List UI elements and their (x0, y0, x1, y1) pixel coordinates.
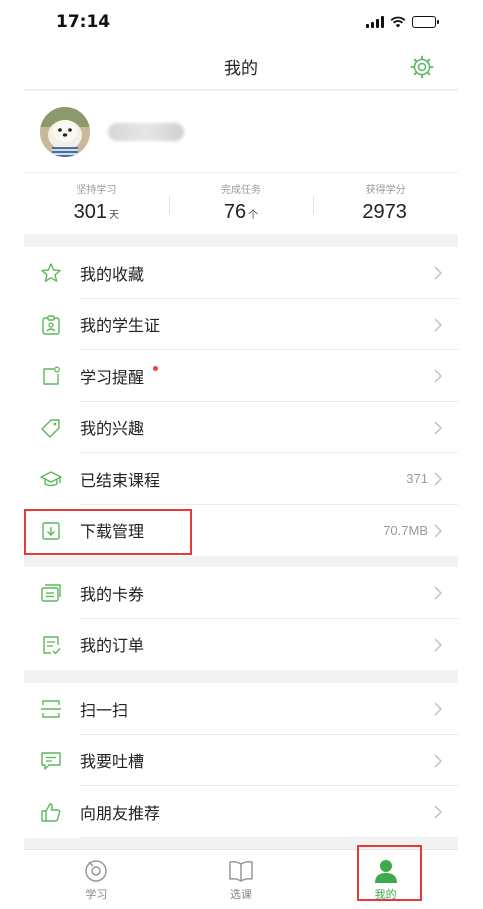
menu-label: 已结束课程 (80, 470, 161, 490)
menu-item-coupons[interactable]: 我的卡券 (24, 567, 458, 619)
signal-icon (366, 16, 384, 28)
menu-label: 我的学生证 (80, 316, 161, 336)
student-card-icon (42, 314, 60, 335)
stat-unit: 个 (248, 209, 259, 221)
scan-icon (41, 700, 61, 718)
menu-item-favorites[interactable]: 我的收藏 (24, 247, 458, 299)
tab-label: 我的 (374, 888, 397, 901)
menu-group-personal: 我的收藏 我的学生证 学习提醒 我的兴趣 已结束课程 371 下载管理 70.7… (24, 247, 458, 556)
profile-header[interactable] (24, 91, 458, 172)
menu-label: 我要吐槽 (80, 752, 145, 772)
study-tab-icon (85, 860, 108, 882)
thumbs-up-icon (41, 803, 61, 822)
username-blurred (108, 122, 184, 141)
page-title: 我的 (224, 59, 258, 79)
chevron-right-icon (434, 266, 442, 280)
battery-icon (412, 16, 439, 28)
stat-credits: 获得学分 2973 (313, 184, 458, 224)
tab-study[interactable]: 学习 (24, 850, 169, 909)
menu-item-finished-courses[interactable]: 已结束课程 371 (24, 453, 458, 505)
profile-tab-icon (374, 860, 397, 883)
star-icon (41, 263, 61, 282)
menu-value: 371 (406, 471, 428, 487)
menu-label: 向朋友推荐 (80, 803, 161, 823)
feedback-icon (41, 751, 61, 770)
menu-label: 下载管理 (80, 522, 145, 542)
download-icon (42, 521, 60, 540)
chevron-right-icon (434, 805, 442, 819)
avatar[interactable] (40, 106, 90, 157)
nav-bar: 我的 (24, 44, 458, 90)
menu-label: 我的订单 (80, 636, 145, 656)
menu-item-interests[interactable]: 我的兴趣 (24, 402, 458, 453)
menu-item-student-card[interactable]: 我的学生证 (24, 299, 458, 350)
tab-profile[interactable]: 我的 (313, 850, 458, 909)
phone-screen: 17:14 我的 坚持学习 301 天 完成任务 76 个 获得学分 2973 … (24, 0, 458, 909)
tab-label: 学习 (85, 888, 108, 901)
order-icon (43, 635, 61, 655)
learning-stats: 坚持学习 301 天 完成任务 76 个 获得学分 2973 (24, 172, 458, 234)
menu-label: 我的兴趣 (80, 419, 145, 439)
stat-value: 2973 (362, 200, 407, 223)
tab-label: 选课 (230, 888, 252, 901)
menu-group-orders: 我的卡券 我的订单 (24, 567, 458, 670)
menu-item-study-reminder[interactable]: 学习提醒 (24, 350, 458, 402)
coupon-icon (41, 584, 61, 602)
unread-dot (153, 366, 158, 371)
chevron-right-icon (434, 702, 442, 716)
stat-study-days: 坚持学习 301 天 (24, 184, 169, 224)
dog-avatar-image (40, 106, 90, 157)
chevron-right-icon (434, 369, 442, 383)
settings-gear-icon[interactable] (410, 55, 434, 79)
stat-label: 获得学分 (365, 184, 406, 196)
chevron-right-icon (434, 472, 442, 486)
menu-item-feedback[interactable]: 我要吐槽 (24, 735, 458, 786)
book-tab-icon (229, 861, 253, 882)
tab-courses[interactable]: 选课 (169, 850, 314, 909)
chevron-right-icon (434, 317, 442, 332)
menu-item-scan[interactable]: 扫一扫 (24, 683, 458, 735)
menu-label: 我的收藏 (80, 264, 145, 284)
stat-label: 完成任务 (221, 184, 261, 196)
tag-icon (41, 418, 60, 438)
stat-value: 76 (223, 200, 247, 223)
status-icons (366, 16, 439, 28)
status-bar: 17:14 (24, 0, 458, 44)
menu-label: 学习提醒 (80, 367, 145, 387)
stat-unit: 天 (109, 209, 120, 221)
chevron-right-icon (434, 586, 442, 600)
stat-value: 301 (73, 200, 108, 223)
stat-label: 坚持学习 (76, 184, 117, 196)
menu-group-tools: 扫一扫 我要吐槽 向朋友推荐 (24, 683, 458, 838)
bottom-tab-bar: 学习 选课 我的 (24, 849, 458, 909)
menu-item-recommend[interactable]: 向朋友推荐 (24, 786, 458, 838)
chevron-right-icon (434, 420, 442, 435)
wifi-icon (390, 16, 406, 28)
reminder-icon (43, 366, 60, 385)
chevron-right-icon (434, 753, 442, 768)
menu-label: 扫一扫 (80, 700, 129, 720)
graduation-cap-icon (40, 471, 62, 487)
stat-tasks-done: 完成任务 76 个 (168, 184, 314, 224)
chevron-right-icon (434, 637, 442, 652)
menu-label: 我的卡券 (80, 584, 145, 604)
status-time: 17:14 (56, 12, 111, 32)
menu-item-orders[interactable]: 我的订单 (24, 619, 458, 671)
chevron-right-icon (434, 523, 442, 538)
menu-value: 70.7MB (383, 522, 428, 538)
menu-item-download-manager[interactable]: 下载管理 70.7MB (24, 505, 458, 557)
